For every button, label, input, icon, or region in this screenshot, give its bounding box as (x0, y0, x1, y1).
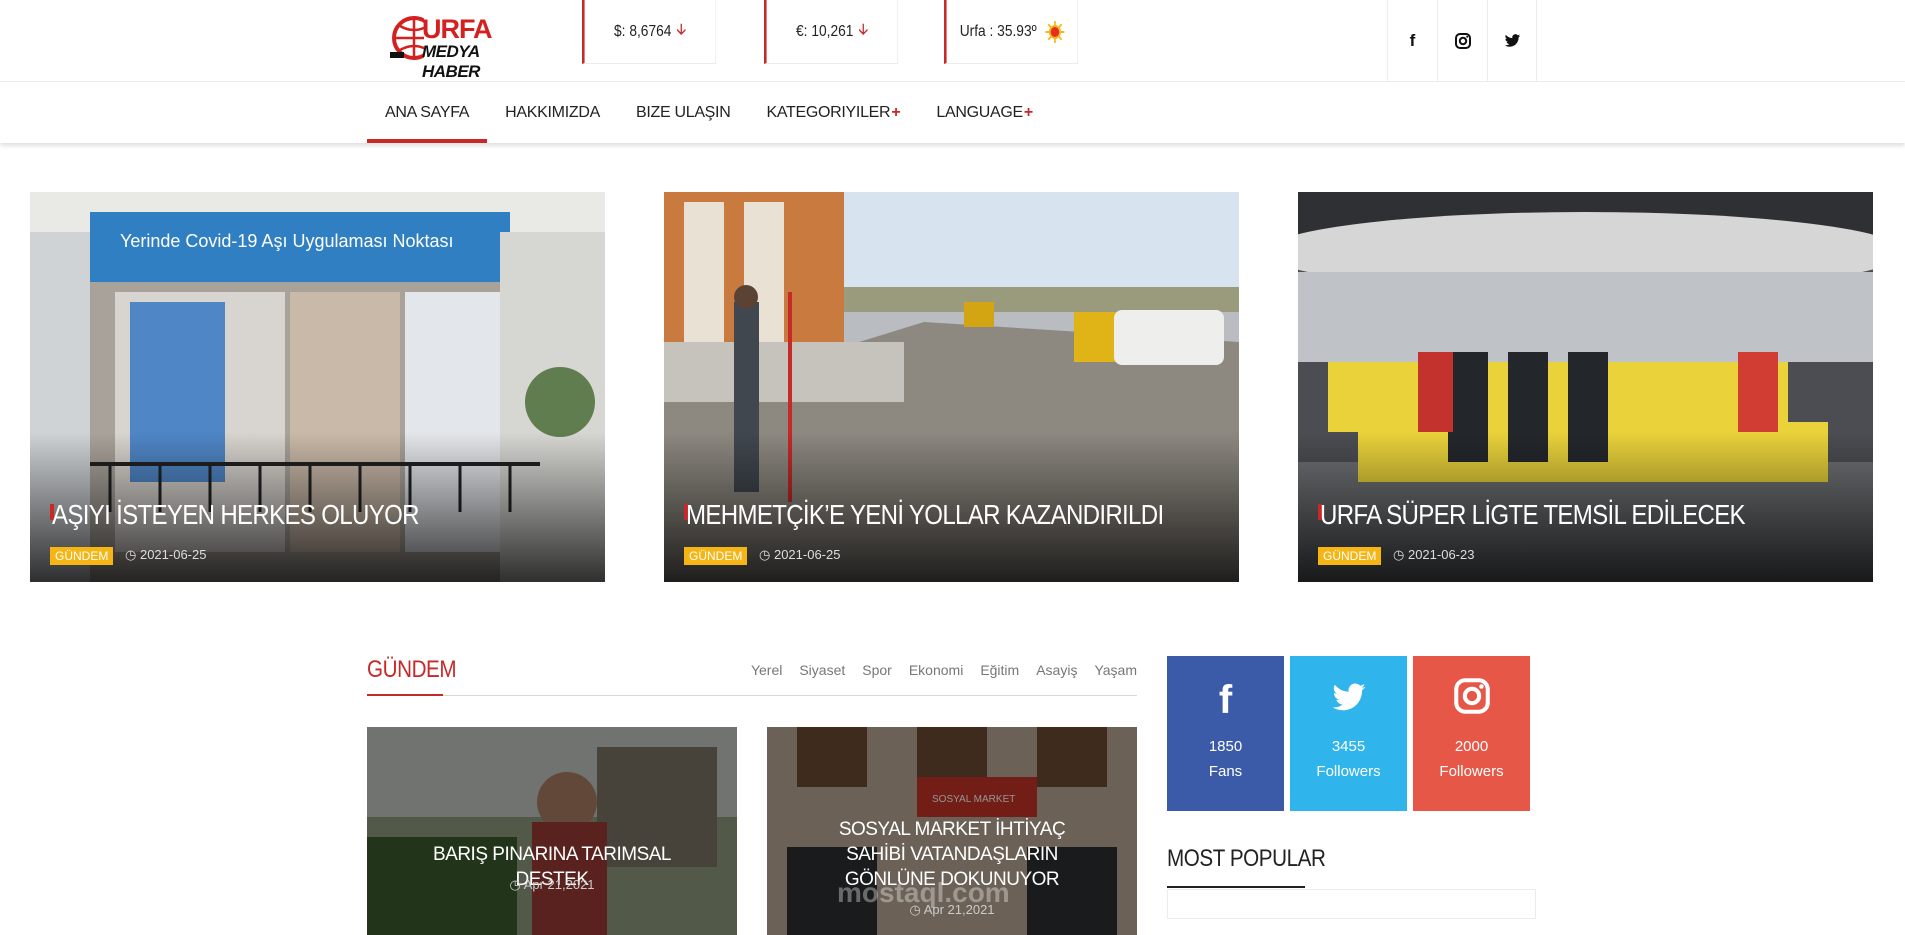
featured-slide[interactable]: MEHMETÇİK’E YENİ YOLLAR KAZANDIRILDI GÜN… (664, 192, 1239, 582)
clock-icon: ◷ (1393, 547, 1408, 562)
globe-logo-icon (390, 16, 424, 60)
category-badge[interactable]: GÜNDEM (684, 547, 748, 565)
slide-title[interactable]: URFA SÜPER LİGTE TEMSİL EDİLECEK (1320, 499, 1746, 531)
clock-icon: ◷ (759, 547, 774, 562)
site-logo[interactable]: URFA MEDYA HABER (390, 10, 525, 81)
card-date-text: Apr 21,2021 (523, 877, 595, 892)
slide-date-text: 2021-06-25 (139, 547, 207, 562)
watermark: mostaql.com (837, 877, 1010, 908)
twitter-icon[interactable] (1487, 0, 1537, 81)
arrow-down-icon: 🡣 (858, 21, 868, 38)
section-divider-accent (367, 694, 443, 696)
category-badge[interactable]: GÜNDEM (1318, 547, 1382, 565)
nav-item-home[interactable]: ANA SAYFA (367, 82, 488, 143)
tab-yasam[interactable]: Yaşam (1094, 662, 1137, 678)
most-popular-list (1167, 889, 1536, 919)
nav-item-categories[interactable]: KATEGORIYILER + (748, 82, 918, 143)
facebook-count: 1850 (1208, 738, 1243, 755)
slide-date-text: 2021-06-25 (773, 547, 841, 562)
slide-date-text: 2021-06-23 (1407, 547, 1475, 562)
social-links-top: f (1387, 0, 1537, 81)
instagram-icon (1413, 678, 1530, 724)
nav-label: LANGUAGE (936, 103, 1023, 121)
instagram-count: 2000 (1454, 738, 1489, 755)
weather: Urfa : 35.93º (944, 0, 1079, 64)
most-popular-underline (1167, 886, 1305, 888)
card-date: ◷ Apr 21,2021 (367, 877, 737, 893)
weather-label: Urfa : 35.93º (959, 22, 1037, 40)
tab-asayis[interactable]: Asayiş (1036, 662, 1077, 678)
tab-siyaset[interactable]: Siyaset (799, 662, 845, 678)
tab-ekonomi[interactable]: Ekonomi (909, 662, 963, 678)
logo-text-bottom: MEDYA HABER (422, 42, 480, 81)
clock-icon: ◷ (125, 547, 140, 562)
facebook-icon[interactable]: f (1387, 0, 1437, 81)
instagram-counter[interactable]: 2000 Followers (1413, 656, 1530, 811)
usd-rate-label: $: 8,6764 (614, 22, 672, 40)
category-badge[interactable]: GÜNDEM (50, 547, 114, 565)
slide-title[interactable]: AŞIYI İSTEYEN HERKES OLUYOR (52, 499, 420, 531)
usd-rate: $: 8,6764 🡣 (582, 0, 717, 64)
clock-icon: ◷ (509, 877, 524, 892)
main-nav: ANA SAYFA HAKKIMIZDA BIZE ULAŞIN KATEGOR… (0, 82, 1905, 143)
sun-icon (1045, 20, 1065, 43)
tab-spor[interactable]: Spor (862, 662, 892, 678)
section-divider (367, 695, 1137, 696)
facebook-icon: f (1218, 678, 1233, 722)
image-sign-text: Yerinde Covid-19 Aşı Uygulaması Noktası (120, 231, 454, 251)
slide-title[interactable]: MEHMETÇİK’E YENİ YOLLAR KAZANDIRILDI (686, 499, 1164, 531)
featured-slide[interactable]: URFA SÜPER LİGTE TEMSİL EDİLECEK GÜNDEM … (1298, 192, 1873, 582)
instagram-icon[interactable] (1437, 0, 1487, 81)
plus-icon: + (1023, 103, 1033, 121)
plus-icon: + (891, 103, 901, 121)
nav-item-contact[interactable]: BIZE ULAŞIN (618, 82, 749, 143)
nav-label: KATEGORIYILER (766, 103, 891, 121)
slide-date: ◷ 2021-06-25 (759, 547, 840, 563)
slide-date: ◷ 2021-06-23 (1393, 547, 1474, 563)
tab-egitim[interactable]: Eğitim (980, 662, 1019, 678)
eur-rate: €: 10,261 🡣 (764, 0, 899, 64)
most-popular-title: MOST POPULAR (1167, 845, 1326, 872)
twitter-counter[interactable]: 3455 Followers (1290, 656, 1407, 811)
section-tabs: Yerel Siyaset Spor Ekonomi Eğitim Asayiş… (734, 662, 1137, 678)
news-card[interactable]: BARIŞ PINARINA TARIMSAL DESTEK ◷ Apr 21,… (367, 727, 737, 935)
nav-label: BIZE ULAŞIN (635, 103, 731, 121)
nav-label: HAKKIMIZDA (505, 103, 600, 121)
twitter-count: 3455 (1331, 738, 1366, 755)
news-card[interactable]: SOSYAL MARKET SOSYAL MARKET İHTİYAÇ SAHİ… (767, 727, 1137, 935)
tab-yerel[interactable]: Yerel (751, 662, 782, 678)
nav-item-about[interactable]: HAKKIMIZDA (487, 82, 618, 143)
top-header: URFA MEDYA HABER $: 8,6764 🡣 €: 10,261 🡣… (0, 0, 1905, 82)
facebook-counter[interactable]: f 1850 Fans (1167, 656, 1284, 811)
twitter-label: Followers (1316, 763, 1381, 780)
facebook-label: Fans (1208, 763, 1243, 780)
nav-item-language[interactable]: LANGUAGE + (918, 82, 1051, 143)
logo-text-top: URFA (422, 14, 492, 44)
instagram-label: Followers (1439, 763, 1504, 780)
arrow-down-icon: 🡣 (676, 21, 686, 38)
eur-rate-label: €: 10,261 (796, 22, 854, 40)
featured-slide[interactable]: Yerinde Covid-19 Aşı Uygulaması Noktası … (30, 192, 605, 582)
twitter-icon (1290, 678, 1407, 723)
section-title: GÜNDEM (367, 656, 457, 683)
nav-label: ANA SAYFA (385, 103, 470, 121)
slide-date: ◷ 2021-06-25 (125, 547, 206, 563)
